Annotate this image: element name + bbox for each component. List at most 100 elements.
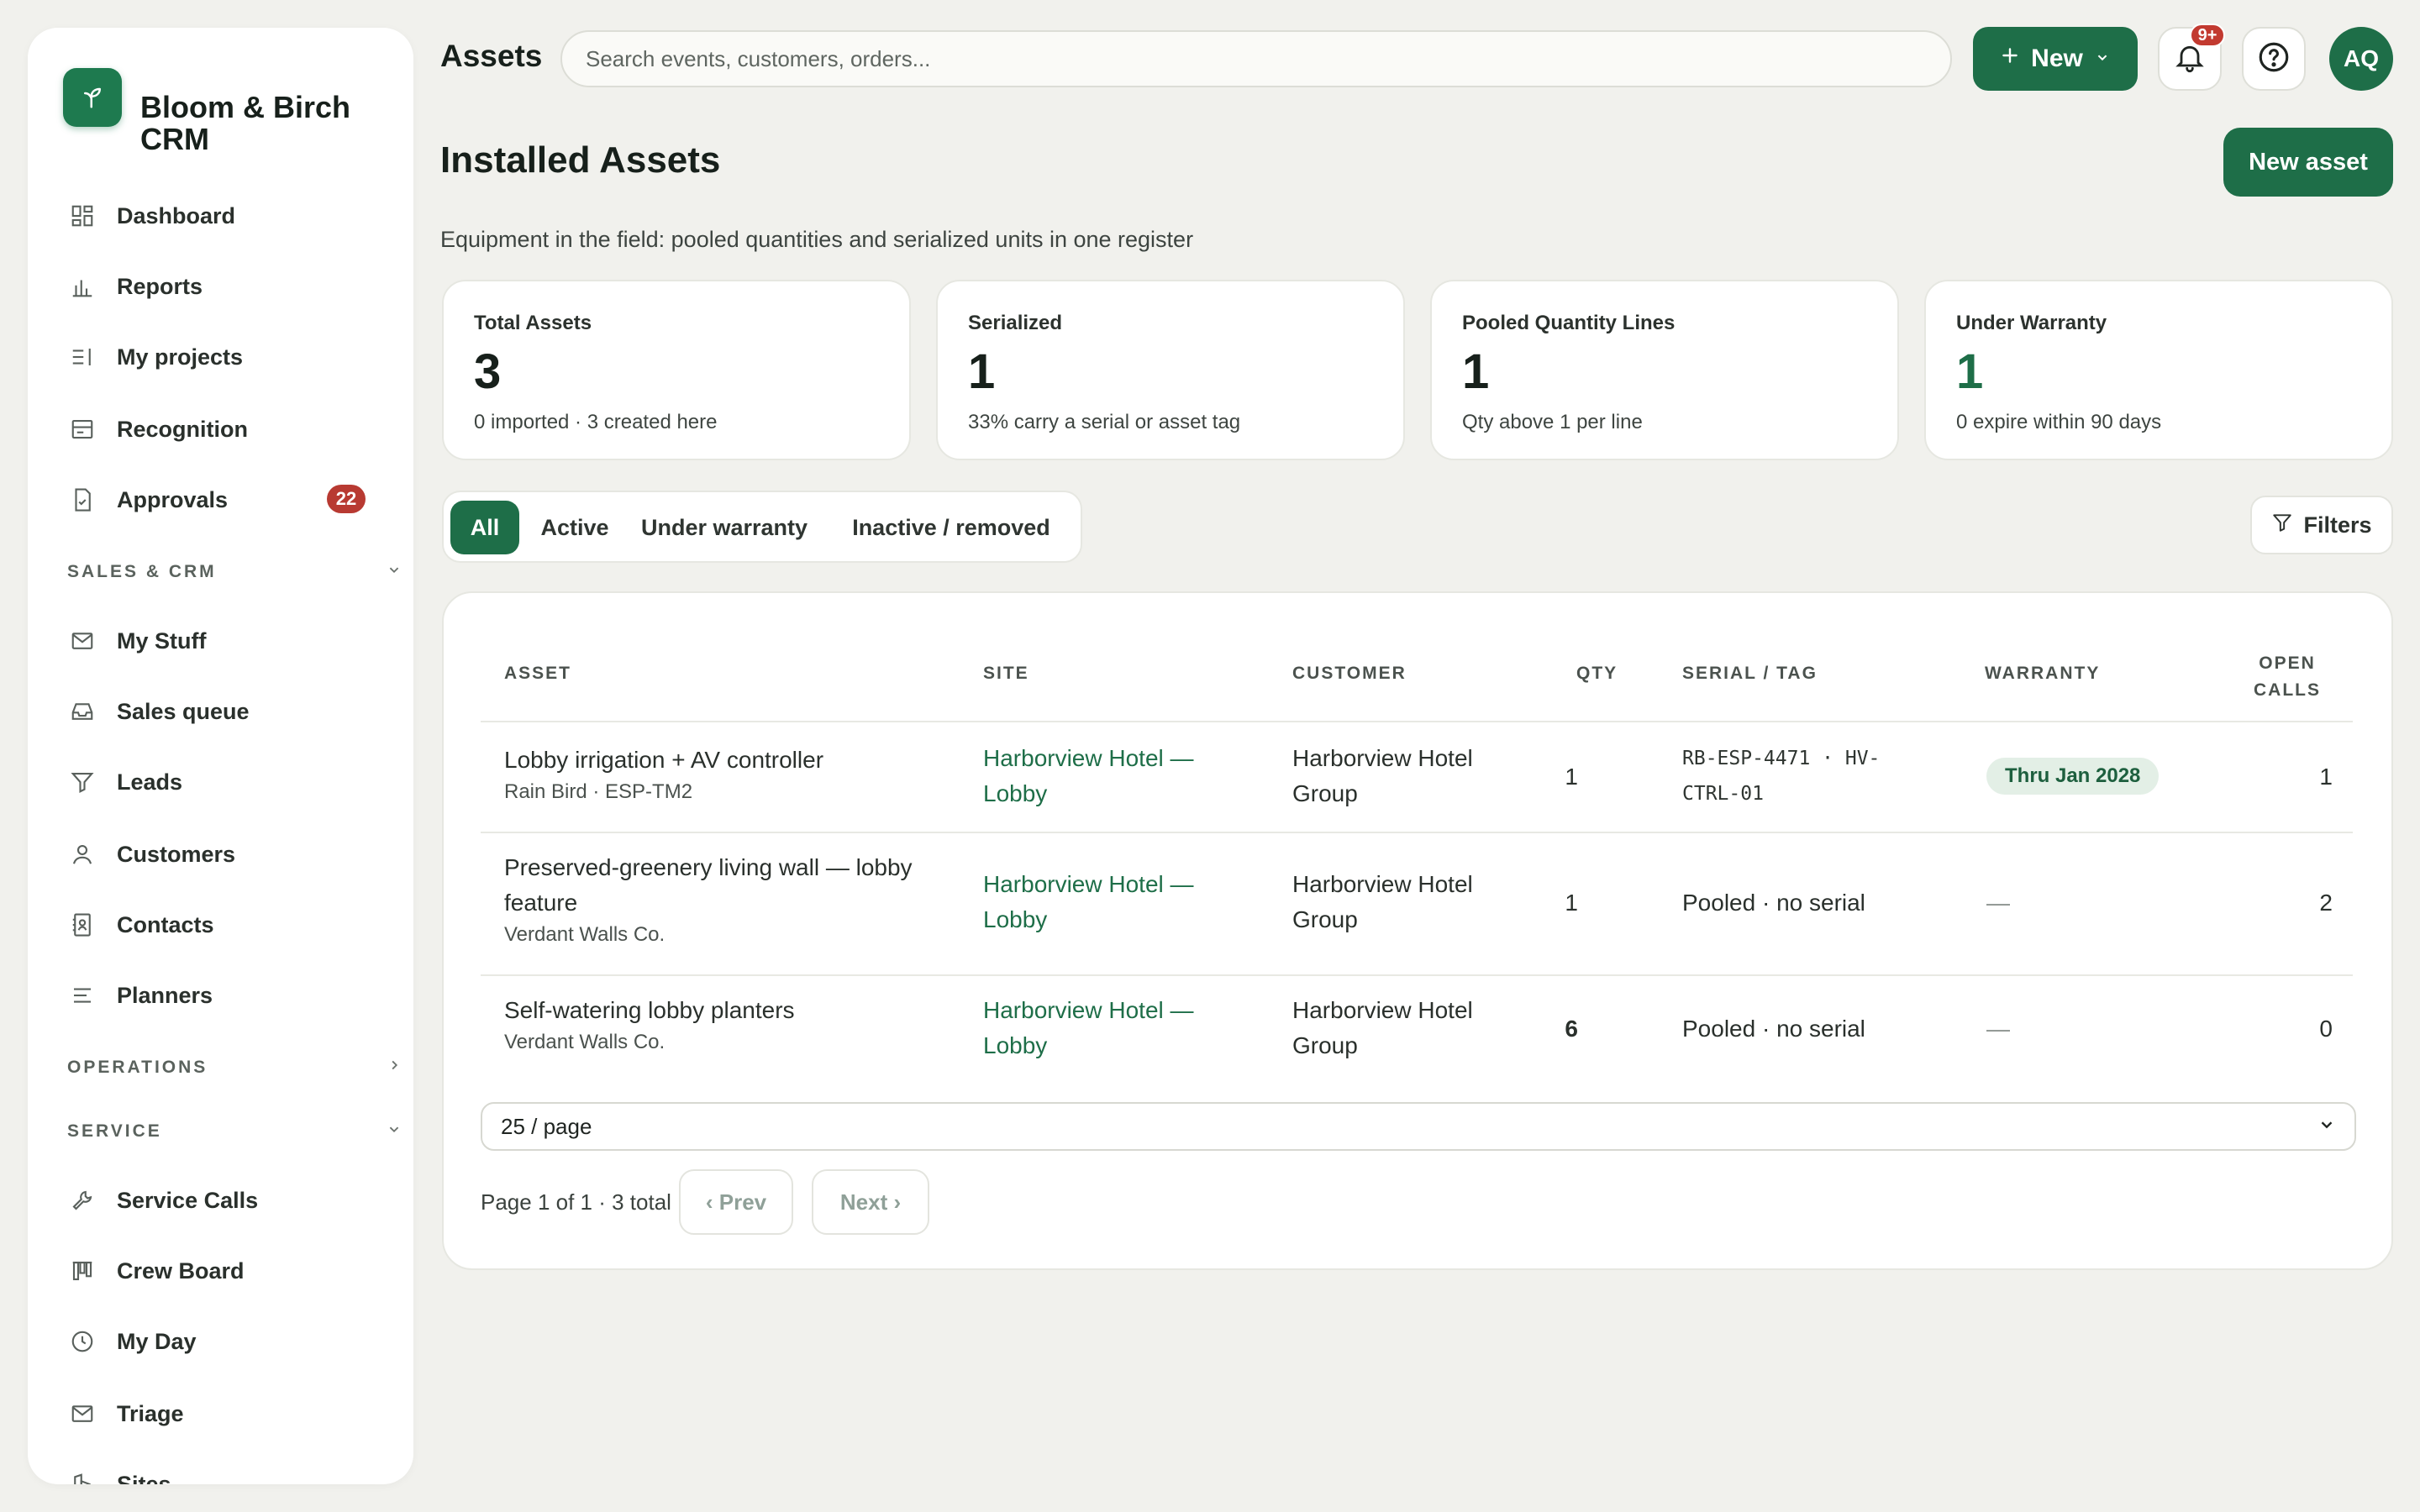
sidebar-item-label: Service Calls [117,1187,259,1213]
sidebar-item-my-day[interactable]: My Day [68,1316,404,1367]
stat-card-under-warranty: Under Warranty 1 0 expire within 90 days [1924,280,2393,460]
sidebar-item-reports[interactable]: Reports [68,261,404,312]
divider [481,721,2353,722]
stat-value: 1 [1462,344,1490,399]
page-title: Installed Assets [440,139,721,181]
sidebar-item-label: Planners [117,982,213,1008]
search-input[interactable] [560,30,1952,87]
stat-label: Total Assets [474,312,592,334]
page-subtitle: Equipment in the field: pooled quantitie… [440,227,1194,252]
user-icon [68,840,97,869]
sidebar-item-planners[interactable]: Planners [68,970,404,1021]
sidebar-item-service-calls[interactable]: Service Calls [68,1175,404,1226]
sidebar-item-label: Crew Board [117,1257,245,1284]
divider [481,974,2353,976]
sidebar-item-label: Leads [117,769,183,795]
stat-note: 33% carry a serial or asset tag [968,411,1241,433]
inbox-icon [68,697,97,726]
new-asset-button[interactable]: New asset [2223,128,2393,197]
chevron-down-icon [2317,1114,2336,1140]
avatar[interactable]: AQ [2329,27,2393,91]
column-header-customer[interactable]: CUSTOMER [1292,664,1407,684]
serial-cell: Pooled · no serial [1682,1016,1865,1042]
topbar-title: Assets [440,39,543,73]
page-size-select[interactable]: 25 / page [481,1102,2356,1151]
asset-sub: Verdant Walls Co. [504,1031,666,1053]
stat-value: 1 [1956,344,1984,399]
serial-cell: Pooled · no serial [1682,890,1865,916]
next-page-button[interactable]: Next › [812,1169,929,1235]
sidebar-item-sites[interactable]: Sites [68,1459,404,1484]
filters-button[interactable]: Filters [2250,496,2393,554]
column-header-site[interactable]: SITE [983,664,1029,684]
filters-label: Filters [2303,512,2372,538]
open-calls-cell: 0 [2319,1016,2333,1042]
sidebar-item-label: Triage [117,1400,184,1426]
qty-cell: 1 [1565,890,1578,916]
prev-page-button[interactable]: ‹ Prev [679,1169,793,1235]
sidebar-item-contacts[interactable]: Contacts [68,900,404,950]
site-link[interactable]: Harborview Hotel — Lobby [983,993,1235,1063]
mail-icon [68,1399,97,1428]
customer-cell: Harborview Hotel Group [1292,997,1473,1058]
new-button[interactable]: New [1973,27,2138,91]
sidebar-item-triage[interactable]: Triage [68,1389,404,1439]
stat-label: Under Warranty [1956,312,2107,334]
asset-cell: Preserved-greenery living wall — lobby f… [504,850,958,949]
sidebar-item-label: Sales queue [117,698,250,724]
asset-sub: Verdant Walls Co. [504,923,666,946]
sidebar-item-label: Contacts [117,911,214,937]
section-operations[interactable]: OPERATIONS [67,1051,403,1084]
stat-note: 0 expire within 90 days [1956,411,2162,433]
sidebar-item-label: Recognition [117,416,248,442]
column-header-open-calls[interactable]: OPEN CALLS [2242,650,2333,704]
section-sales-crm[interactable]: SALES & CRM [67,555,403,589]
customer-cell: Harborview Hotel Group [1292,871,1473,932]
notifications-badge: 9+ [2190,24,2225,47]
open-calls-cell: 2 [2319,890,2333,916]
assets-table: ASSET SITE CUSTOMER QTY SERIAL / TAG WAR… [442,591,2393,1270]
sidebar: Bloom & Birch CRM Dashboard Reports My p… [28,28,413,1484]
site-link[interactable]: Harborview Hotel — Lobby [983,741,1235,811]
sidebar-item-dashboard[interactable]: Dashboard [68,191,404,241]
sidebar-item-label: Sites [117,1471,171,1485]
tab-active[interactable]: Active [528,501,622,554]
column-header-warranty[interactable]: WARRANTY [1985,664,2100,684]
column-header-qty[interactable]: QTY [1576,664,1618,684]
sidebar-item-my-projects[interactable]: My projects [68,332,404,382]
pagination-info: Page 1 of 1 · 3 total [481,1189,671,1215]
serial-cell: RB-ESP-4471 · HV-CTRL-01 [1682,748,1881,805]
notifications-button[interactable]: 9+ [2158,24,2225,91]
sidebar-item-sales-queue[interactable]: Sales queue [68,686,404,737]
sidebar-item-label: Dashboard [117,202,236,228]
sidebar-item-approvals[interactable]: Approvals 22 [68,475,404,525]
asset-name: Preserved-greenery living wall — lobby f… [504,854,913,916]
sidebar-item-my-stuff[interactable]: My Stuff [68,616,404,666]
asset-name: Self-watering lobby planters [504,997,795,1023]
card-icon [68,415,97,444]
mail-icon [68,627,97,655]
site-link[interactable]: Harborview Hotel — Lobby [983,867,1235,937]
tab-all[interactable]: All [450,501,519,554]
chevron-down-icon [385,560,403,584]
stat-value: 3 [474,344,502,399]
new-button-label: New [2031,45,2083,72]
sidebar-item-customers[interactable]: Customers [68,829,404,879]
brand[interactable]: Bloom & Birch CRM [63,68,384,155]
sidebar-item-label: Reports [117,273,203,299]
help-button[interactable] [2242,27,2306,91]
divider [481,832,2353,833]
stat-note: 0 imported · 3 created here [474,411,718,433]
clock-icon [68,1327,97,1356]
chevron-down-icon [2093,45,2112,73]
stat-note: Qty above 1 per line [1462,411,1643,433]
sidebar-item-recognition[interactable]: Recognition [68,404,404,454]
tab-inactive-removed[interactable]: Inactive / removed [827,501,1076,554]
section-service[interactable]: SERVICE [67,1115,403,1148]
column-header-serial-tag[interactable]: SERIAL / TAG [1682,664,1818,684]
column-header-asset[interactable]: ASSET [504,664,571,684]
sidebar-item-crew-board[interactable]: Crew Board [68,1246,404,1296]
sidebar-item-leads[interactable]: Leads [68,757,404,807]
tab-under-warranty[interactable]: Under warranty [630,501,818,554]
warranty-badge: Thru Jan 2028 [1986,758,2160,795]
